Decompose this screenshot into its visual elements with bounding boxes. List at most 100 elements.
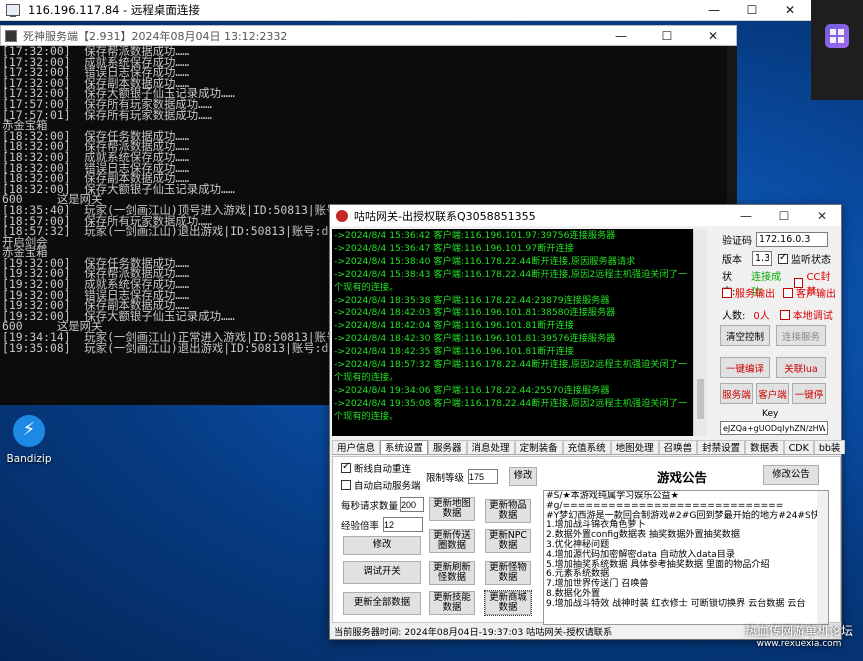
watermark-main: 热血传网游单机论坛 (745, 624, 854, 638)
tab-6[interactable]: 地图处理 (610, 440, 659, 454)
rdp-title: 116.196.117.84 - 远程桌面连接 (28, 3, 200, 17)
desktop-shortcut-bandizip[interactable]: Bandizip (6, 415, 52, 465)
local-debug-label: 本地调试 (792, 311, 833, 322)
system-settings-panel: 断线自动重连 自动启动服务端 限制等级 修改 每秒请求数量 经验倍率 修改 调试… (332, 456, 841, 625)
auto-start-checkbox[interactable] (341, 480, 351, 490)
key-label: Key (762, 409, 779, 419)
tab-9[interactable]: 数据表 (745, 440, 784, 454)
rdp-minimize-button[interactable]: — (695, 0, 733, 21)
update-all-data-button[interactable]: 更新全部数据 (343, 592, 421, 615)
one-key-compile-button[interactable]: 一键编译 (720, 357, 770, 378)
tab-2[interactable]: 服务器 (428, 440, 467, 454)
limit-modify-button[interactable]: 修改 (509, 467, 537, 486)
update-teleport-data-button[interactable]: 更新传送圈数据 (429, 529, 475, 553)
update-monster-data-button[interactable]: 更新怪物数据 (485, 561, 531, 585)
update-item-data-button[interactable]: 更新物品数据 (485, 499, 531, 523)
tab-7[interactable]: 召唤兽 (658, 440, 698, 454)
tab-8[interactable]: 封禁设置 (697, 440, 746, 454)
rdp-close-button[interactable]: ✕ (771, 0, 809, 21)
client-button[interactable]: 客户端 (756, 383, 789, 404)
tab-1[interactable]: 系统设置 (380, 440, 429, 454)
version-input[interactable] (752, 251, 772, 266)
connection-log: ->2024/8/4 15:36:42 客户端:116.196.101.97:3… (332, 229, 706, 436)
announcement-line: 9.增加战斗特效 战神时装 红衣修士 可断锁切换界 云台数据 云台 (546, 598, 806, 609)
code-input[interactable] (756, 232, 828, 247)
tab-0[interactable]: 用户信息 (332, 440, 381, 454)
server-output-checkbox[interactable] (722, 287, 732, 298)
log-line: ->2024/8/4 18:42:30 客户端:116.196.101.81:3… (334, 333, 616, 345)
console-line: [18:32:00] 保存大额银子仙玉记录成功…… (2, 181, 235, 196)
link-lua-button[interactable]: 关联lua (776, 357, 826, 378)
one-key-stop-button[interactable]: 一键停 (792, 383, 826, 404)
tab-5[interactable]: 充值系统 (562, 440, 611, 454)
console-title-bar: 死神服务端【2.931】2024年08月04日 13:12:2332 — ☐ ✕ (0, 25, 737, 46)
listen-checkbox[interactable] (778, 252, 788, 264)
tab-11[interactable]: bb装 (813, 440, 846, 454)
log-scrollbar[interactable] (693, 229, 706, 436)
auto-start-label: 自动启动服务端 (354, 481, 421, 492)
teams-app-icon[interactable] (825, 24, 849, 48)
clear-control-button[interactable]: 清空控制 (720, 325, 770, 346)
console-title: 死神服务端【2.931】2024年08月04日 13:12:2332 (23, 29, 288, 43)
tab-10[interactable]: CDK (783, 440, 814, 454)
player-count-label: 人数: (722, 311, 746, 322)
edit-announcement-button[interactable]: 修改公告 (763, 465, 819, 485)
gateway-maximize-button[interactable]: ☐ (765, 209, 803, 223)
tab-4[interactable]: 定制装备 (514, 440, 563, 454)
server-button[interactable]: 服务端 (720, 383, 753, 404)
exp-rate-input[interactable] (383, 517, 424, 532)
debug-toggle-button[interactable]: 调试开关 (343, 561, 421, 584)
rdp-title-bar: 116.196.117.84 - 远程桌面连接 — ☐ ✕ (0, 0, 863, 21)
server-output-label: 服务输出 (735, 289, 775, 300)
site-watermark: 热血传网游单机论坛 www.rexuexia.com (745, 625, 853, 651)
limit-level-label: 限制等级 (426, 472, 465, 484)
exp-modify-button[interactable]: 修改 (343, 536, 421, 555)
console-minimize-button[interactable]: — (598, 29, 644, 43)
update-map-data-button[interactable]: 更新地图数据 (429, 497, 475, 521)
gateway-title: 咕咕网关-出授权联系Q3058851355 (354, 209, 536, 223)
console-close-button[interactable]: ✕ (690, 29, 736, 43)
update-refresh-monster-button[interactable]: 更新刷新怪数据 (429, 561, 475, 585)
per-second-label: 每秒请求数量 (341, 500, 399, 512)
client-output-checkbox[interactable] (783, 287, 793, 298)
desktop-shortcut-label: Bandizip (6, 453, 52, 465)
local-debug-checkbox[interactable] (779, 309, 790, 320)
gateway-close-button[interactable]: ✕ (803, 209, 841, 223)
connect-service-button[interactable]: 连接服务 (776, 325, 826, 346)
update-npc-data-button[interactable]: 更新NPC数据 (485, 529, 531, 553)
update-skill-data-button[interactable]: 更新技能数据 (429, 591, 475, 615)
log-line: ->2024/8/4 18:57:32 客户端:116.178.22.44断开连… (334, 359, 688, 383)
update-shop-data-button[interactable]: 更新商城数据 (484, 590, 532, 616)
console-maximize-button[interactable]: ☐ (644, 29, 690, 43)
bandizip-icon (13, 415, 45, 447)
remote-desktop-icon (6, 4, 20, 17)
exp-rate-label: 经验倍率 (341, 520, 380, 532)
limit-level-input[interactable] (468, 469, 499, 484)
code-label: 验证码 (722, 236, 752, 247)
client-output-label: 客户输出 (796, 289, 836, 300)
log-line: ->2024/8/4 18:35:38 客户端:116.178.22.44:23… (334, 294, 610, 306)
settings-tabs: 用户信息 系统设置 服务器 消息处理 定制装备 充值系统 地图处理 召唤兽 封禁设置 数据表 CDK… (332, 440, 846, 455)
auto-reconnect-checkbox[interactable] (341, 461, 351, 473)
log-line: ->2024/8/4 15:36:47 客户端:116.196.101.97断开… (334, 242, 574, 254)
listen-label: 监听状态 (791, 255, 831, 266)
console-app-icon (5, 29, 17, 42)
control-panel: 验证码 版本 监听状态 状态: 连接成功 CC封禁 服务输出 客户输出 人数: … (720, 229, 840, 436)
tab-3[interactable]: 消息处理 (466, 440, 515, 454)
rdp-maximize-button[interactable]: ☐ (733, 0, 771, 21)
announcement-textarea[interactable]: #S/★本游戏纯属学习娱乐公益★ #g/=====================… (543, 490, 829, 625)
log-line: ->2024/8/4 15:36:42 客户端:116.196.101.97:3… (334, 230, 616, 241)
gateway-window: 咕咕网关-出授权联系Q3058851355 — ☐ ✕ ->2024/8/4 1… (329, 204, 846, 640)
side-panel-tile (811, 0, 863, 100)
log-line: ->2024/8/4 18:42:04 客户端:116.196.101.81断开… (334, 320, 574, 332)
gateway-title-bar: 咕咕网关-出授权联系Q3058851355 — ☐ ✕ (330, 205, 841, 226)
auto-reconnect-label: 断线自动重连 (354, 464, 412, 475)
announcement-scrollbar[interactable] (817, 491, 828, 624)
console-line: [17:57:01] 保存所有玩家数据成功…… (2, 107, 212, 122)
per-second-input[interactable] (400, 497, 425, 512)
key-input[interactable] (720, 421, 828, 435)
log-line: ->2024/8/4 19:35:08 客户端:116.178.22.44断开连… (334, 397, 688, 422)
version-label: 版本 (722, 255, 742, 266)
gateway-minimize-button[interactable]: — (727, 209, 765, 223)
watermark-url: www.rexuexia.com (756, 639, 842, 649)
